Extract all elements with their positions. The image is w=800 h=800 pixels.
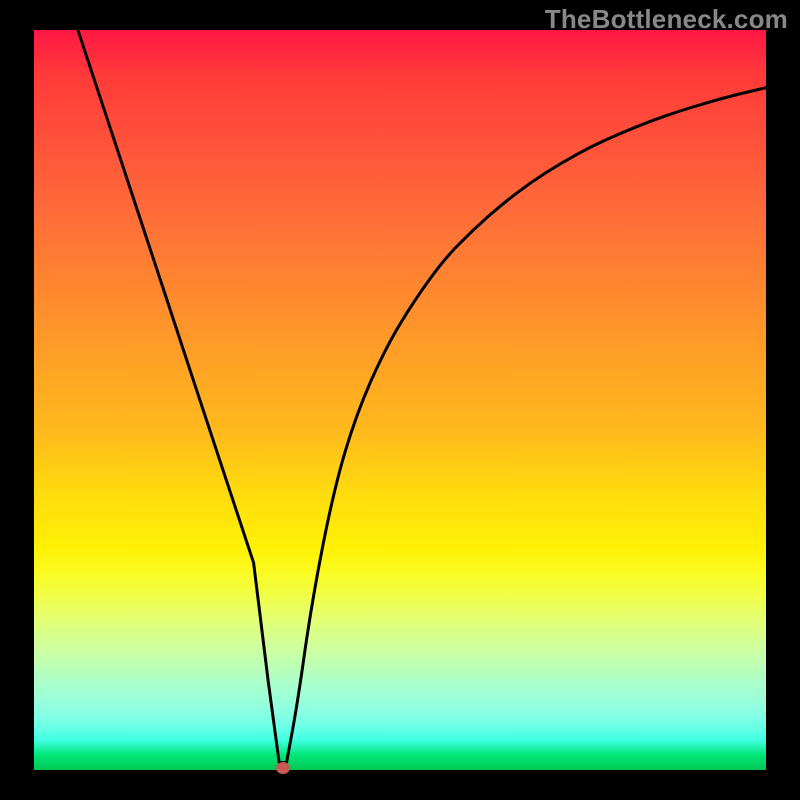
chart-frame: TheBottleneck.com xyxy=(0,0,800,800)
min-marker xyxy=(276,762,290,774)
plot-area xyxy=(34,30,766,770)
bottleneck-curve xyxy=(34,30,766,770)
watermark-text: TheBottleneck.com xyxy=(545,4,788,35)
